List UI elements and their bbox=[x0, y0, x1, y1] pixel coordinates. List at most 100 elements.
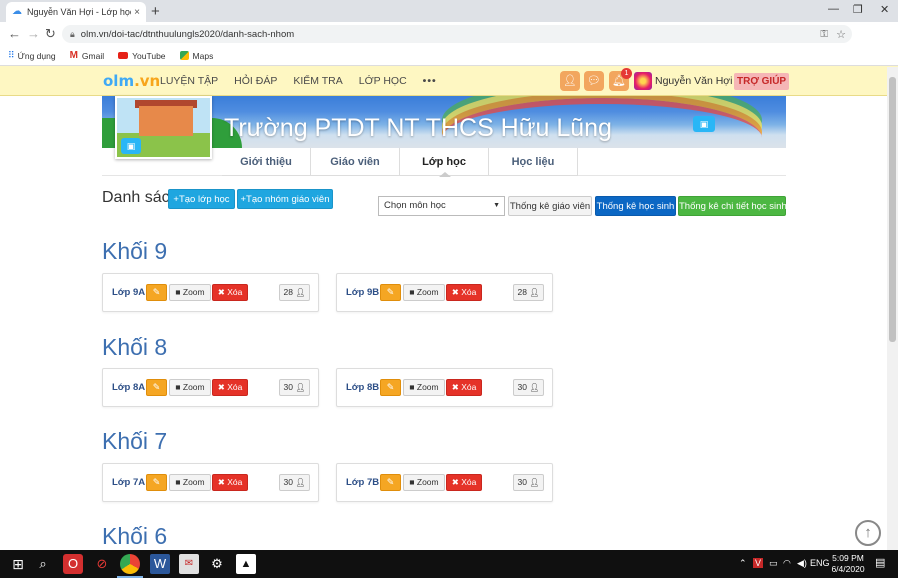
user-icon[interactable]: 👤︎ bbox=[560, 71, 580, 91]
student-count: 30 bbox=[283, 477, 293, 487]
network-icon[interactable]: ▭ bbox=[769, 558, 778, 569]
scroll-top-icon[interactable]: ↑ bbox=[855, 520, 881, 546]
delete-button[interactable]: ✖ Xóa bbox=[446, 379, 482, 396]
change-avatar-icon[interactable]: ▣ bbox=[121, 138, 141, 154]
video-icon: ■ bbox=[175, 382, 181, 392]
bookmark-gmail[interactable]: M Gmail bbox=[70, 50, 105, 61]
nav-more[interactable]: ••• bbox=[423, 75, 437, 87]
url-input[interactable]: 🔒︎ olm.vn/doi-tac/dtnthuulungls2020/danh… bbox=[62, 25, 852, 43]
document-icon[interactable]: ✉ bbox=[179, 554, 199, 574]
zoom-button[interactable]: ■ Zoom bbox=[403, 474, 445, 491]
delete-button[interactable]: ✖ Xóa bbox=[212, 474, 248, 491]
edit-icon[interactable]: ✎ bbox=[146, 284, 167, 301]
zoom-label: Zoom bbox=[182, 287, 205, 297]
new-tab-button[interactable]: + bbox=[151, 3, 160, 20]
word-icon[interactable]: W bbox=[150, 554, 170, 574]
delete-button[interactable]: ✖ Xóa bbox=[446, 284, 482, 301]
nav-class[interactable]: LỚP HỌC bbox=[359, 75, 407, 87]
scrollbar-thumb[interactable] bbox=[889, 77, 896, 342]
class-name-link[interactable]: Lớp 7B bbox=[346, 477, 379, 488]
class-name-link[interactable]: Lớp 7A bbox=[112, 477, 145, 488]
tab-classes[interactable]: Lớp học bbox=[400, 148, 489, 177]
username-menu[interactable]: Nguyễn Văn Hợi ▾ bbox=[655, 75, 741, 87]
block-icon[interactable]: ⊘ bbox=[92, 554, 112, 574]
delete-button[interactable]: ✖ Xóa bbox=[446, 474, 482, 491]
tab-materials[interactable]: Học liệu bbox=[489, 148, 578, 176]
action-center-icon[interactable]: ▤ bbox=[875, 556, 885, 569]
edit-icon[interactable]: ✎ bbox=[146, 474, 167, 491]
edit-icon[interactable]: ✎ bbox=[380, 284, 401, 301]
nav-practice[interactable]: LUYỆN TẬP bbox=[160, 75, 218, 87]
student-count-button[interactable]: 30 👤︎ bbox=[513, 379, 544, 396]
person-icon: 👤︎ bbox=[295, 383, 306, 392]
user-avatar[interactable] bbox=[634, 72, 652, 90]
forward-icon[interactable]: → bbox=[27, 26, 40, 41]
person-icon: 👤︎ bbox=[295, 478, 306, 487]
chat-icon[interactable]: 💬︎ bbox=[584, 71, 604, 91]
help-button[interactable]: TRỢ GIÚP bbox=[734, 73, 790, 90]
student-count-button[interactable]: 28 👤︎ bbox=[513, 284, 544, 301]
chevron-up-icon[interactable]: ⌃ bbox=[739, 558, 747, 569]
tab-intro[interactable]: Giới thiệu bbox=[222, 148, 311, 176]
class-name-link[interactable]: Lớp 8A bbox=[112, 382, 145, 393]
zoom-button[interactable]: ■ Zoom bbox=[169, 474, 211, 491]
subject-select[interactable]: Chọn môn học ▼ bbox=[378, 196, 505, 216]
class-name-link[interactable]: Lớp 9A bbox=[112, 287, 145, 298]
minimize-icon[interactable]: — bbox=[828, 3, 839, 15]
zoom-label: Zoom bbox=[416, 382, 439, 392]
x-icon: ✖ bbox=[451, 382, 459, 392]
grade-title: Khối 9 bbox=[102, 238, 168, 264]
wifi-icon[interactable]: ◠ bbox=[783, 558, 791, 569]
star-icon[interactable]: ☆ bbox=[836, 28, 846, 41]
edit-icon[interactable]: ✎ bbox=[380, 379, 401, 396]
opera-icon[interactable]: O bbox=[63, 554, 83, 574]
bookmark-apps[interactable]: ⠿ Ứng dụng bbox=[8, 50, 56, 61]
zoom-button[interactable]: ■ Zoom bbox=[403, 379, 445, 396]
reload-icon[interactable]: ↻ bbox=[45, 26, 56, 42]
key-icon[interactable]: ⚿ bbox=[820, 29, 828, 40]
student-stats-button[interactable]: Thống kê học sinh bbox=[595, 196, 676, 216]
close-window-icon[interactable]: ✕ bbox=[880, 3, 889, 16]
bookmark-maps[interactable]: Maps bbox=[179, 51, 213, 61]
nav-qa[interactable]: HỎI ĐÁP bbox=[234, 75, 277, 87]
student-count-button[interactable]: 30 👤︎ bbox=[279, 379, 310, 396]
back-icon[interactable]: ← bbox=[8, 26, 21, 41]
zoom-button[interactable]: ■ Zoom bbox=[403, 284, 445, 301]
create-class-button[interactable]: +Tạo lớp học bbox=[168, 189, 235, 209]
photos-icon[interactable]: ▲ bbox=[236, 554, 256, 574]
class-name-link[interactable]: Lớp 9B bbox=[346, 287, 379, 298]
delete-button[interactable]: ✖ Xóa bbox=[212, 284, 248, 301]
student-count-button[interactable]: 30 👤︎ bbox=[279, 474, 310, 491]
apps-icon: ⠿ bbox=[8, 50, 15, 60]
person-icon: 👤︎ bbox=[529, 383, 540, 392]
class-name-link[interactable]: Lớp 8B bbox=[346, 382, 379, 393]
zoom-button[interactable]: ■ Zoom bbox=[169, 284, 211, 301]
nav-test[interactable]: KIỂM TRA bbox=[293, 75, 342, 87]
bookmark-youtube[interactable]: YouTube bbox=[118, 51, 166, 61]
edit-icon[interactable]: ✎ bbox=[380, 474, 401, 491]
language-indicator[interactable]: ENG bbox=[810, 558, 830, 568]
site-logo[interactable]: olm.vn bbox=[103, 72, 160, 90]
zoom-button[interactable]: ■ Zoom bbox=[169, 379, 211, 396]
page-scrollbar[interactable] bbox=[887, 67, 898, 550]
student-count-button[interactable]: 28 👤︎ bbox=[279, 284, 310, 301]
volume-icon[interactable]: ◀) bbox=[797, 558, 807, 569]
change-cover-icon[interactable]: ▣ bbox=[693, 116, 715, 132]
browser-tab[interactable]: ☁ Nguyễn Văn Hợi - Lớp học trực tu × bbox=[6, 2, 146, 22]
close-tab-icon[interactable]: × bbox=[134, 7, 140, 18]
search-icon[interactable]: ⌕ bbox=[33, 554, 53, 574]
student-detail-stats-button[interactable]: Thống kê chi tiết học sinh bbox=[678, 196, 787, 216]
tab-teachers[interactable]: Giáo viên bbox=[311, 148, 400, 176]
delete-button[interactable]: ✖ Xóa bbox=[212, 379, 248, 396]
system-clock[interactable]: 5:09 PM 6/4/2020 bbox=[828, 553, 868, 575]
antivirus-icon[interactable]: V bbox=[753, 558, 764, 568]
network-app-icon[interactable]: ⚙ bbox=[207, 554, 227, 574]
chrome-icon[interactable] bbox=[120, 554, 140, 574]
edit-icon[interactable]: ✎ bbox=[146, 379, 167, 396]
windows-start-icon[interactable]: ⊞ bbox=[8, 554, 28, 574]
student-count-button[interactable]: 30 👤︎ bbox=[513, 474, 544, 491]
maps-icon bbox=[179, 51, 189, 60]
create-teacher-group-button[interactable]: +Tạo nhóm giáo viên bbox=[237, 189, 333, 209]
teacher-stats-button[interactable]: Thống kê giáo viên bbox=[508, 196, 592, 216]
restore-icon[interactable]: ❐ bbox=[853, 3, 863, 16]
